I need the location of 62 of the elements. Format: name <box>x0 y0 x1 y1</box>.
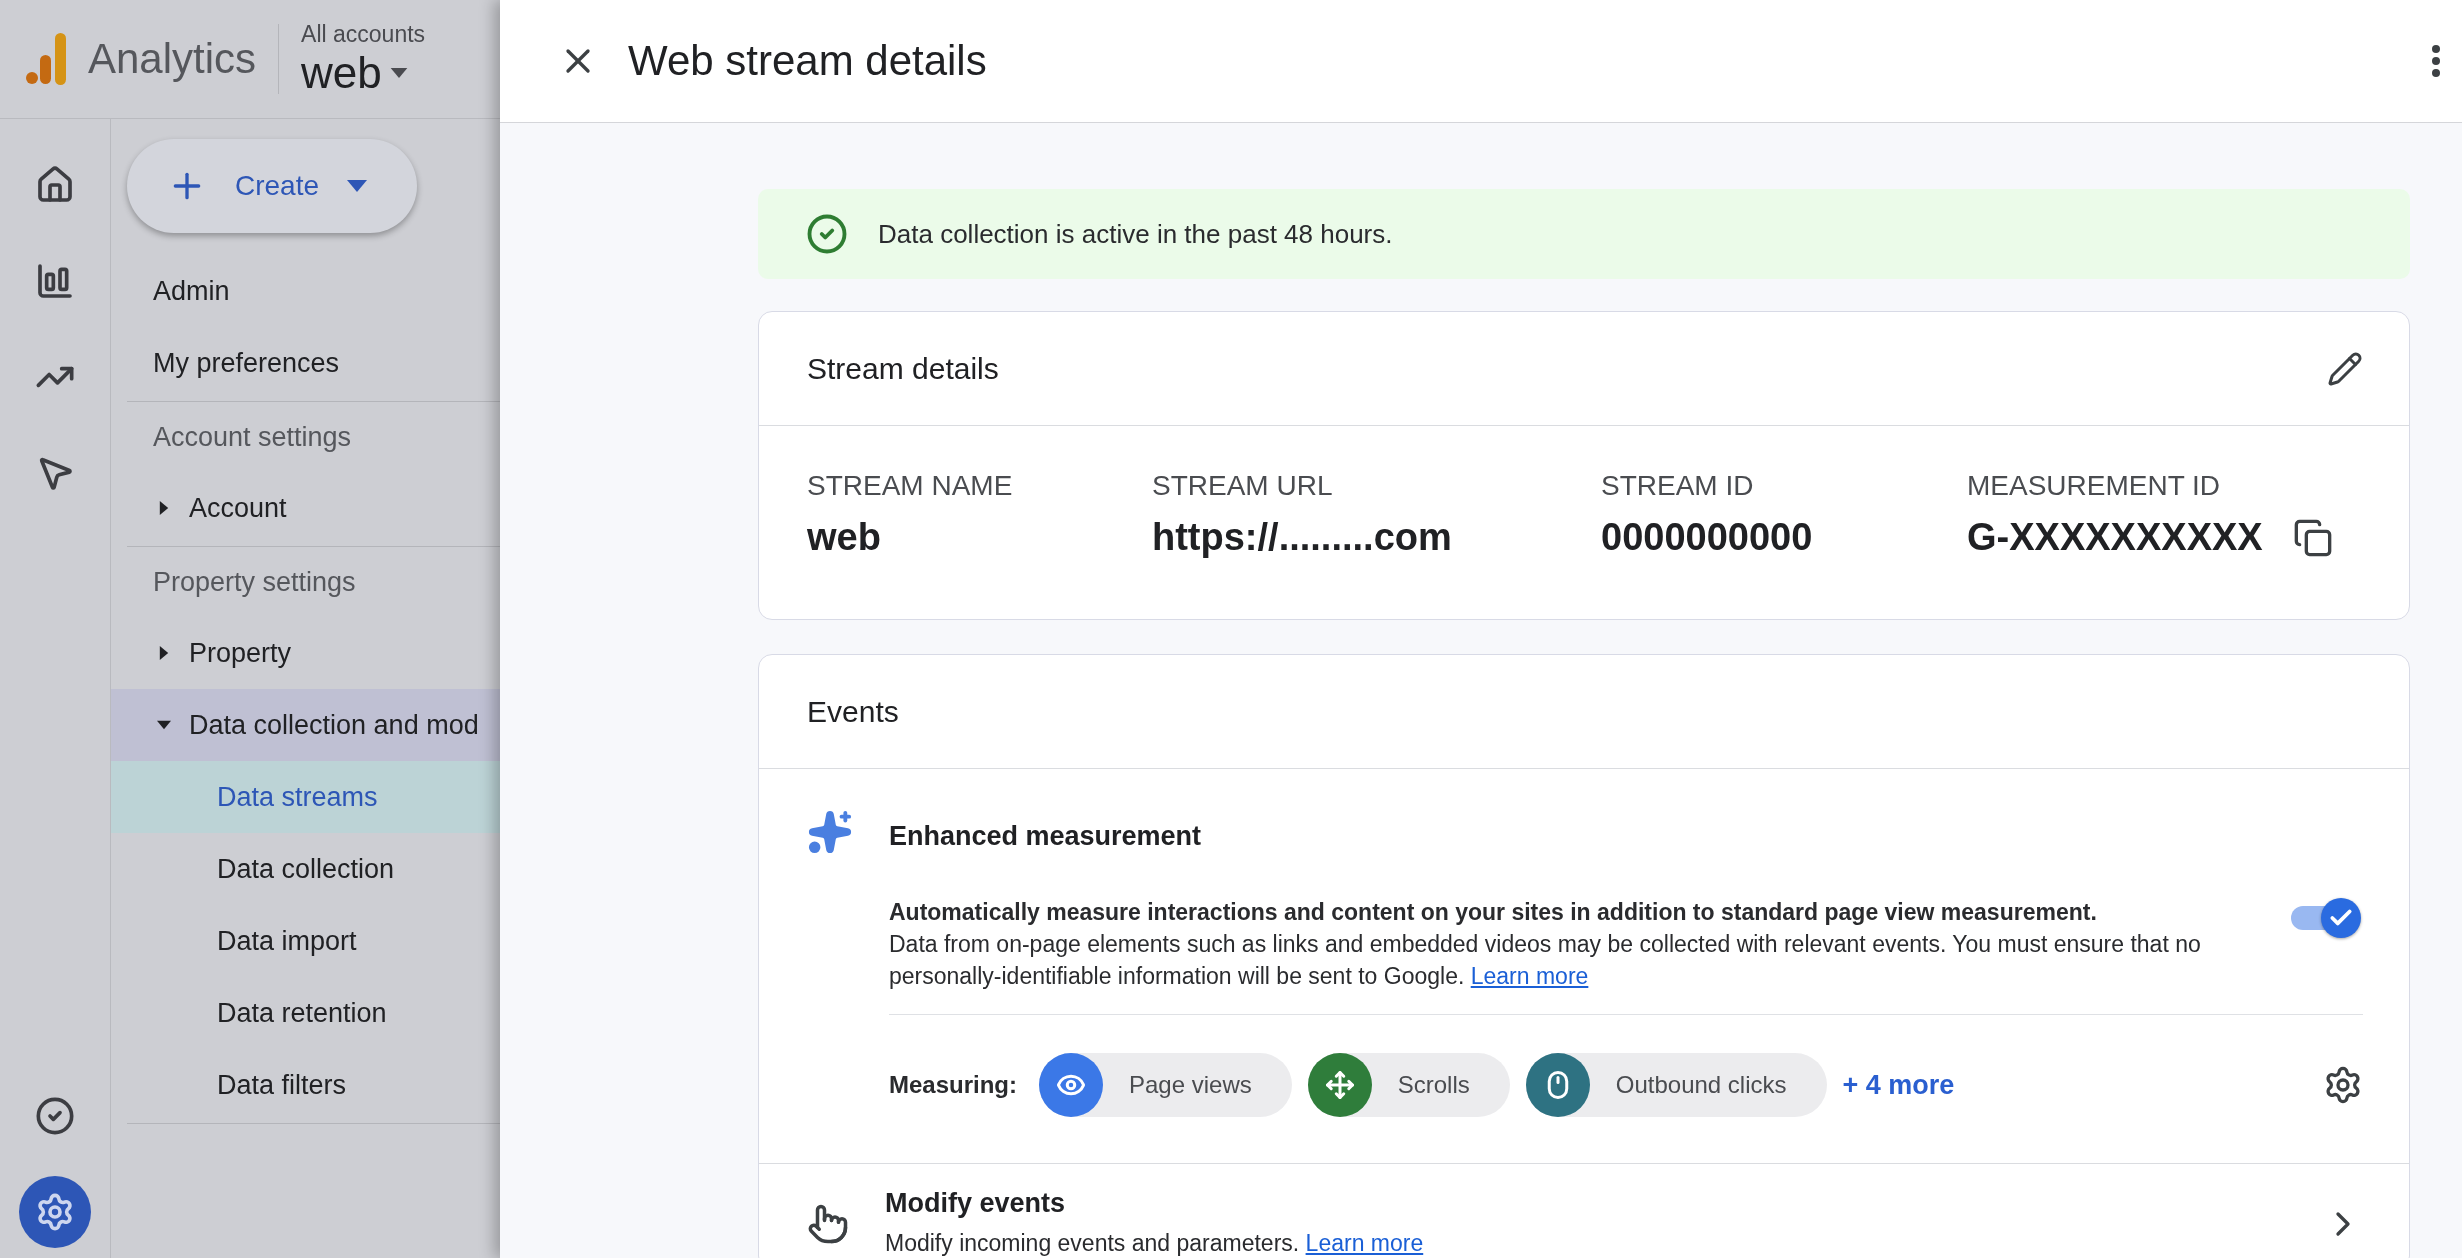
field-value: G-XXXXXXXXXX <box>1967 516 2263 559</box>
more-link[interactable]: + 4 more <box>1842 1069 1955 1101</box>
app-name: Analytics <box>88 35 257 83</box>
settings-icon <box>35 1192 75 1232</box>
sparkles-icon <box>807 809 853 855</box>
measuring-label: Measuring: <box>889 1071 1017 1099</box>
card-title: Stream details <box>807 351 999 386</box>
nav-subitem[interactable]: Data streams <box>111 761 500 833</box>
section-title: Modify events <box>885 1188 1067 1219</box>
field-label: STREAM URL <box>1152 470 1334 502</box>
nav-subitem[interactable]: Data import <box>111 905 500 977</box>
summary-text: Automatically measure interactions and content on your sites in addition to standard page view measurement. <box>889 898 2098 927</box>
status-text: Data collection is active in the past 48 hours. <box>878 218 1393 250</box>
nav-item[interactable]: Admin <box>111 255 500 327</box>
field-value: web <box>807 516 881 559</box>
home-icon <box>35 165 75 205</box>
hand-pointer-icon <box>807 1202 849 1245</box>
learn-more-link[interactable]: Learn more <box>1305 1230 1424 1256</box>
event-chip[interactable]: Outbound clicks <box>1525 1053 1827 1117</box>
caret-down-icon <box>389 67 408 78</box>
event-chip[interactable]: Scrolls <box>1307 1053 1510 1117</box>
create-button[interactable]: Create <box>127 139 417 233</box>
field-label: STREAM ID <box>1601 470 1755 502</box>
pencil-icon <box>2327 350 2363 387</box>
section-title: Enhanced measurement <box>889 821 1203 852</box>
caret-down-icon <box>347 180 368 192</box>
copy-icon <box>2292 517 2333 558</box>
learn-more-link[interactable]: Learn more <box>1470 963 1589 989</box>
panel-title: Web stream details <box>628 37 988 85</box>
account-path: All accounts <box>301 20 426 48</box>
nav-item[interactable]: Property <box>111 617 500 689</box>
settings-button[interactable] <box>2323 1065 2363 1105</box>
logo-icon <box>26 33 66 85</box>
check-circle-icon <box>35 1096 75 1136</box>
nav-item[interactable]: Account <box>111 472 500 544</box>
nav-subitem[interactable]: Data collection <box>111 833 500 905</box>
field-label: STREAM NAME <box>807 470 1014 502</box>
field-value: 0000000000 <box>1601 516 1813 559</box>
settings-icon <box>2323 1065 2363 1105</box>
nav-subitem[interactable]: Data filters <box>111 1049 500 1121</box>
nav-item[interactable]: Data collection and mod <box>111 689 500 761</box>
nav-item[interactable]: My preferences <box>111 327 500 399</box>
description-text: Modify incoming events and parameters. Learn more <box>885 1229 1425 1258</box>
more-button[interactable] <box>2432 45 2440 77</box>
copy-button[interactable] <box>2292 517 2333 558</box>
caret-down-icon <box>157 718 171 732</box>
nav-section-heading: Account settings <box>153 420 353 454</box>
property-selector[interactable]: web <box>301 47 426 98</box>
bar-chart-icon <box>35 261 75 301</box>
check-circle-icon <box>806 213 848 255</box>
toggle-switch[interactable] <box>2291 896 2363 940</box>
event-chip[interactable]: Page views <box>1039 1053 1292 1117</box>
card-title: Events <box>807 694 899 729</box>
nav-subitem[interactable]: Data retention <box>111 977 500 1049</box>
field-label: MEASUREMENT ID <box>1967 470 2222 502</box>
edit-button[interactable] <box>2327 350 2363 387</box>
description-text: Data from on-page elements such as links and embedded videos may be collected with relevant events. You must ensure that no personally-identifiable information will be sent to Google. Learn more <box>889 930 2202 991</box>
field-value: https://.........com <box>1152 516 1452 559</box>
caret-right-icon <box>157 646 171 660</box>
nav-section-heading: Property settings <box>153 565 357 599</box>
more-icon <box>2432 45 2440 77</box>
caret-right-icon <box>157 501 171 515</box>
